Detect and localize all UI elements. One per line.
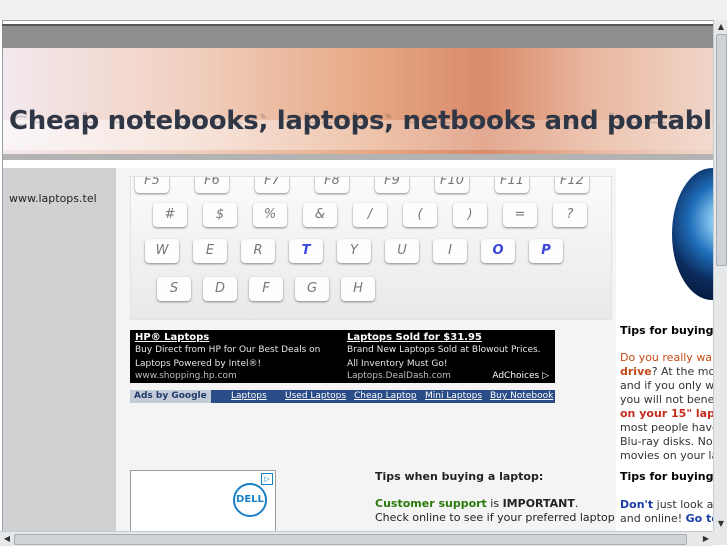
ads-link-bar: Ads by Google Laptops Used Laptops Cheap… xyxy=(130,390,555,403)
key-f: F xyxy=(249,277,283,301)
ad-left-text: Buy Direct from HP for Our Best Deals on… xyxy=(135,345,321,369)
ads-link-laptops[interactable]: Laptops xyxy=(231,390,267,403)
key-s: S xyxy=(157,277,191,301)
key-d: D xyxy=(203,277,237,301)
key-t: T xyxy=(289,239,323,263)
right-column: Tips for buying Do you really wan drive?… xyxy=(616,168,713,531)
banner-title-reflection: Cheap notebooks, laptops, netbooks and p… xyxy=(9,111,713,129)
ad-right-title[interactable]: Laptops Sold for $31.95 xyxy=(347,332,552,343)
banner-divider xyxy=(3,154,713,160)
right-text-online: and online! xyxy=(620,512,686,525)
left-sidebar: www.laptops.tel xyxy=(3,168,116,531)
key-r: R xyxy=(241,239,275,263)
key-p: P xyxy=(529,239,563,263)
main-content: F5 F6 F7 F8 F9 F10 F11 F12 # $ % & / ( )… xyxy=(116,168,616,531)
ad-info-icon[interactable]: ▷ xyxy=(261,473,273,485)
right-text-d: and if you only wa xyxy=(620,379,713,392)
key-f7: F7 xyxy=(255,177,289,193)
horizontal-scrollbar[interactable]: ◀ ▶ xyxy=(0,531,713,546)
vertical-scroll-thumb[interactable] xyxy=(716,34,727,266)
right-text-c: ? At the mor xyxy=(651,365,713,378)
ads-link-used-laptops[interactable]: Used Laptops xyxy=(285,390,346,403)
right-tips-heading-2: Tips for buying xyxy=(620,470,713,483)
ads-by-google-label[interactable]: Ads by Google xyxy=(130,390,211,403)
ad-left-url[interactable]: www.shopping.hp.com xyxy=(135,371,340,381)
dell-ad[interactable]: DELL ▷ xyxy=(130,470,276,531)
dell-logo: DELL xyxy=(233,483,267,517)
tips-strong: Customer support xyxy=(375,497,487,510)
vertical-scrollbar[interactable]: ▲ ▼ xyxy=(713,20,727,531)
ads-link-mini-laptops[interactable]: Mini Laptops xyxy=(425,390,482,403)
right-tips-paragraph-1: Do you really wan drive? At the mor and … xyxy=(620,351,713,463)
key-o: O xyxy=(481,239,515,263)
key-f10: F10 xyxy=(435,177,469,193)
key-f6: F6 xyxy=(195,177,229,193)
key-percent: % xyxy=(253,203,287,227)
tips-heading: Tips when buying a laptop: xyxy=(375,470,544,483)
key-f8: F8 xyxy=(315,177,349,193)
right-text-look: just look at xyxy=(653,498,713,511)
key-question: ? xyxy=(553,203,587,227)
key-w: W xyxy=(145,239,179,263)
tips-important: IMPORTANT xyxy=(502,497,575,510)
browser-top-strip xyxy=(0,0,727,21)
key-dollar: $ xyxy=(203,203,237,227)
key-f11: F11 xyxy=(495,177,529,193)
ads-link-cheap-laptop[interactable]: Cheap Laptop xyxy=(354,390,417,403)
key-hash: # xyxy=(153,203,187,227)
globe-image xyxy=(672,168,713,300)
tips-text-is: is xyxy=(486,497,503,510)
scrollbar-corner xyxy=(713,531,727,545)
key-paren-close: ) xyxy=(453,203,487,227)
scroll-left-arrow[interactable]: ◀ xyxy=(0,532,14,546)
key-y: Y xyxy=(337,239,371,263)
horizontal-scroll-thumb[interactable] xyxy=(14,534,687,545)
right-text-goto: Go to xyxy=(685,512,713,525)
right-text-dont: Don't xyxy=(620,498,654,511)
text-ad-box: HP® Laptops Buy Direct from HP for Our B… xyxy=(130,330,555,383)
scroll-up-arrow[interactable]: ▲ xyxy=(714,20,727,34)
tips-buying-laptop: Tips when buying a laptop: Customer supp… xyxy=(375,470,615,525)
header-bar xyxy=(2,24,713,50)
scroll-down-arrow[interactable]: ▼ xyxy=(714,517,727,531)
key-f5: F5 xyxy=(135,177,169,193)
right-text-h: Blu-ray disks. Nor xyxy=(620,435,713,448)
key-amp: & xyxy=(303,203,337,227)
adchoices-link[interactable]: AdChoices ▷ xyxy=(492,371,549,381)
right-tips-paragraph-2: Don't just look at and online! Go to xyxy=(620,498,713,526)
tips-paragraph: Customer support is IMPORTANT. Check onl… xyxy=(375,497,615,525)
key-f12: F12 xyxy=(555,177,589,193)
ad-left-title[interactable]: HP® Laptops xyxy=(135,332,340,343)
page-viewport: Cheap notebooks, laptops, netbooks and p… xyxy=(0,20,713,531)
key-g: G xyxy=(295,277,329,301)
ad-right-text: Brand New Laptops Sold at Blowout Prices… xyxy=(347,345,541,369)
key-slash: / xyxy=(353,203,387,227)
ad-left: HP® Laptops Buy Direct from HP for Our B… xyxy=(135,330,340,381)
right-text-f: on your 15" lapt xyxy=(620,407,713,420)
ads-link-buy-notebook[interactable]: Buy Notebook xyxy=(490,390,553,403)
site-link[interactable]: www.laptops.tel xyxy=(9,192,97,205)
key-h: H xyxy=(341,277,375,301)
key-u: U xyxy=(385,239,419,263)
right-tips-heading-1: Tips for buying xyxy=(620,324,713,337)
key-f9: F9 xyxy=(375,177,409,193)
site-banner: Cheap notebooks, laptops, netbooks and p… xyxy=(3,48,713,160)
right-text-i: movies on your la xyxy=(620,449,713,462)
scroll-right-arrow[interactable]: ▶ xyxy=(699,532,713,546)
right-text-g: most people have xyxy=(620,421,713,434)
right-text-drive: drive xyxy=(620,365,652,378)
right-text-e: you will not benef xyxy=(620,393,713,406)
right-text-a: Do you really wan xyxy=(620,351,713,364)
key-equals: = xyxy=(503,203,537,227)
key-e: E xyxy=(193,239,227,263)
key-i: I xyxy=(433,239,467,263)
key-paren-open: ( xyxy=(403,203,437,227)
keyboard-image: F5 F6 F7 F8 F9 F10 F11 F12 # $ % & / ( )… xyxy=(130,176,612,320)
